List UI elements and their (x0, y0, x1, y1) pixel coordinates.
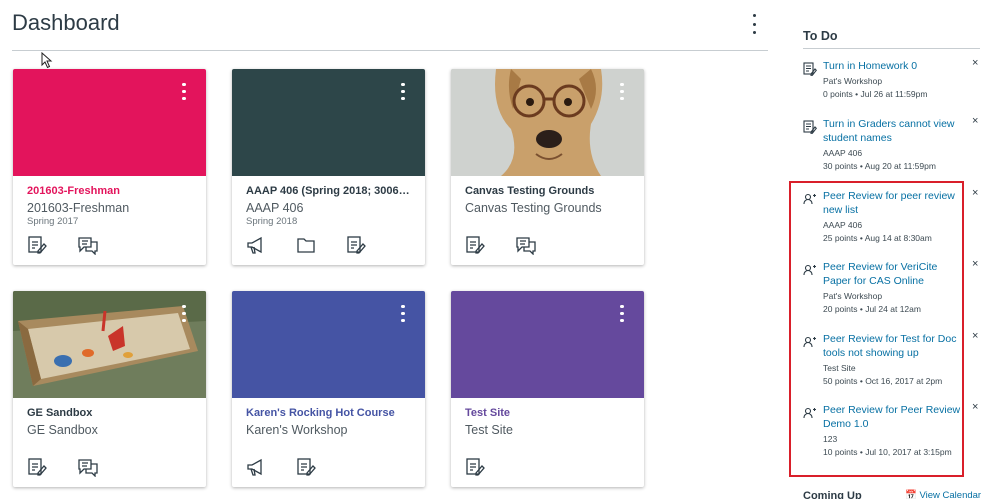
card-options-kebab-icon[interactable] (181, 305, 187, 322)
course-card[interactable]: Canvas Testing Grounds Canvas Testing Gr… (451, 69, 644, 265)
discussions-icon[interactable] (515, 235, 537, 256)
assignments-icon[interactable] (27, 457, 49, 477)
page-title: Dashboard (12, 10, 120, 35)
discussions-icon[interactable] (77, 457, 99, 478)
card-hero[interactable] (13, 69, 206, 176)
files-icon[interactable] (296, 235, 318, 255)
card-options-kebab-icon[interactable] (619, 83, 625, 100)
course-link[interactable]: GE Sandbox (27, 407, 195, 419)
assignments-icon[interactable] (346, 235, 368, 255)
course-card[interactable]: Test Site Test Site (451, 291, 644, 487)
card-hero-image[interactable] (13, 291, 206, 398)
calendar-icon: 📅 (905, 490, 917, 499)
peer-review-highlight-box (789, 181, 964, 477)
dashboard-options-kebab-icon[interactable] (750, 14, 758, 34)
dog-with-glasses-image (451, 69, 644, 176)
card-options-kebab-icon[interactable] (400, 83, 406, 100)
dismiss-icon[interactable]: × (972, 330, 978, 342)
course-link[interactable]: AAAP 406 (Spring 2018; 30061) S... (246, 185, 414, 197)
assignments-icon[interactable] (296, 457, 318, 477)
card-hero[interactable] (232, 291, 425, 398)
todo-heading: To Do (803, 29, 838, 43)
course-code: AAAP 406 (246, 201, 304, 215)
course-code: 201603-Freshman (27, 201, 130, 215)
view-calendar-link[interactable]: 📅 View Calendar (905, 490, 981, 499)
card-hero[interactable] (232, 69, 425, 176)
course-code: Test Site (465, 423, 513, 437)
dismiss-icon[interactable]: × (972, 115, 978, 127)
view-calendar-label: View Calendar (919, 490, 982, 499)
assignments-icon[interactable] (465, 235, 487, 255)
todo-link[interactable]: Turn in Graders cannot view student name… (823, 118, 963, 145)
announcements-icon[interactable] (246, 235, 268, 255)
todo-divider (803, 48, 980, 49)
announcements-icon[interactable] (246, 457, 268, 477)
card-hero[interactable] (451, 291, 644, 398)
course-link[interactable]: Canvas Testing Grounds (465, 185, 633, 197)
assignments-icon[interactable] (27, 235, 49, 255)
course-code: GE Sandbox (27, 423, 98, 437)
todo-link[interactable]: Turn in Homework 0 (823, 60, 963, 74)
course-card[interactable]: 201603-Freshman 201603-Freshman Spring 2… (13, 69, 206, 265)
course-link[interactable]: 201603-Freshman (27, 185, 195, 197)
todo-course: Pat's Workshop (823, 76, 883, 86)
card-options-kebab-icon[interactable] (619, 305, 625, 322)
todo-meta: 30 points • Aug 20 at 11:59pm (823, 161, 936, 171)
card-options-kebab-icon[interactable] (400, 305, 406, 322)
card-hero-image[interactable] (451, 69, 644, 176)
card-options-kebab-icon[interactable] (181, 83, 187, 100)
dismiss-icon[interactable]: × (972, 258, 978, 270)
assignment-icon (803, 62, 817, 76)
dashboard-header: Dashboard (12, 0, 768, 51)
course-card[interactable]: Karen's Rocking Hot Course Karen's Works… (232, 291, 425, 487)
mouse-pointer-icon (41, 52, 53, 69)
sandbox-with-toys-image (13, 291, 206, 398)
coming-up-heading: Coming Up (803, 490, 862, 499)
course-link[interactable]: Karen's Rocking Hot Course (246, 407, 414, 419)
dismiss-icon[interactable]: × (972, 187, 978, 199)
dismiss-icon[interactable]: × (972, 401, 978, 413)
course-card[interactable]: GE Sandbox GE Sandbox (13, 291, 206, 487)
course-term: Spring 2018 (246, 216, 298, 227)
course-term: Spring 2017 (27, 216, 79, 227)
assignment-icon (803, 120, 817, 134)
course-card[interactable]: AAAP 406 (Spring 2018; 30061) S... AAAP … (232, 69, 425, 265)
assignments-icon[interactable] (465, 457, 487, 477)
todo-meta: 0 points • Jul 26 at 11:59pm (823, 89, 928, 99)
dismiss-icon[interactable]: × (972, 57, 978, 69)
course-code: Canvas Testing Grounds (465, 201, 602, 215)
todo-course: AAAP 406 (823, 148, 863, 158)
discussions-icon[interactable] (77, 235, 99, 256)
course-link[interactable]: Test Site (465, 407, 633, 419)
course-code: Karen's Workshop (246, 423, 348, 437)
